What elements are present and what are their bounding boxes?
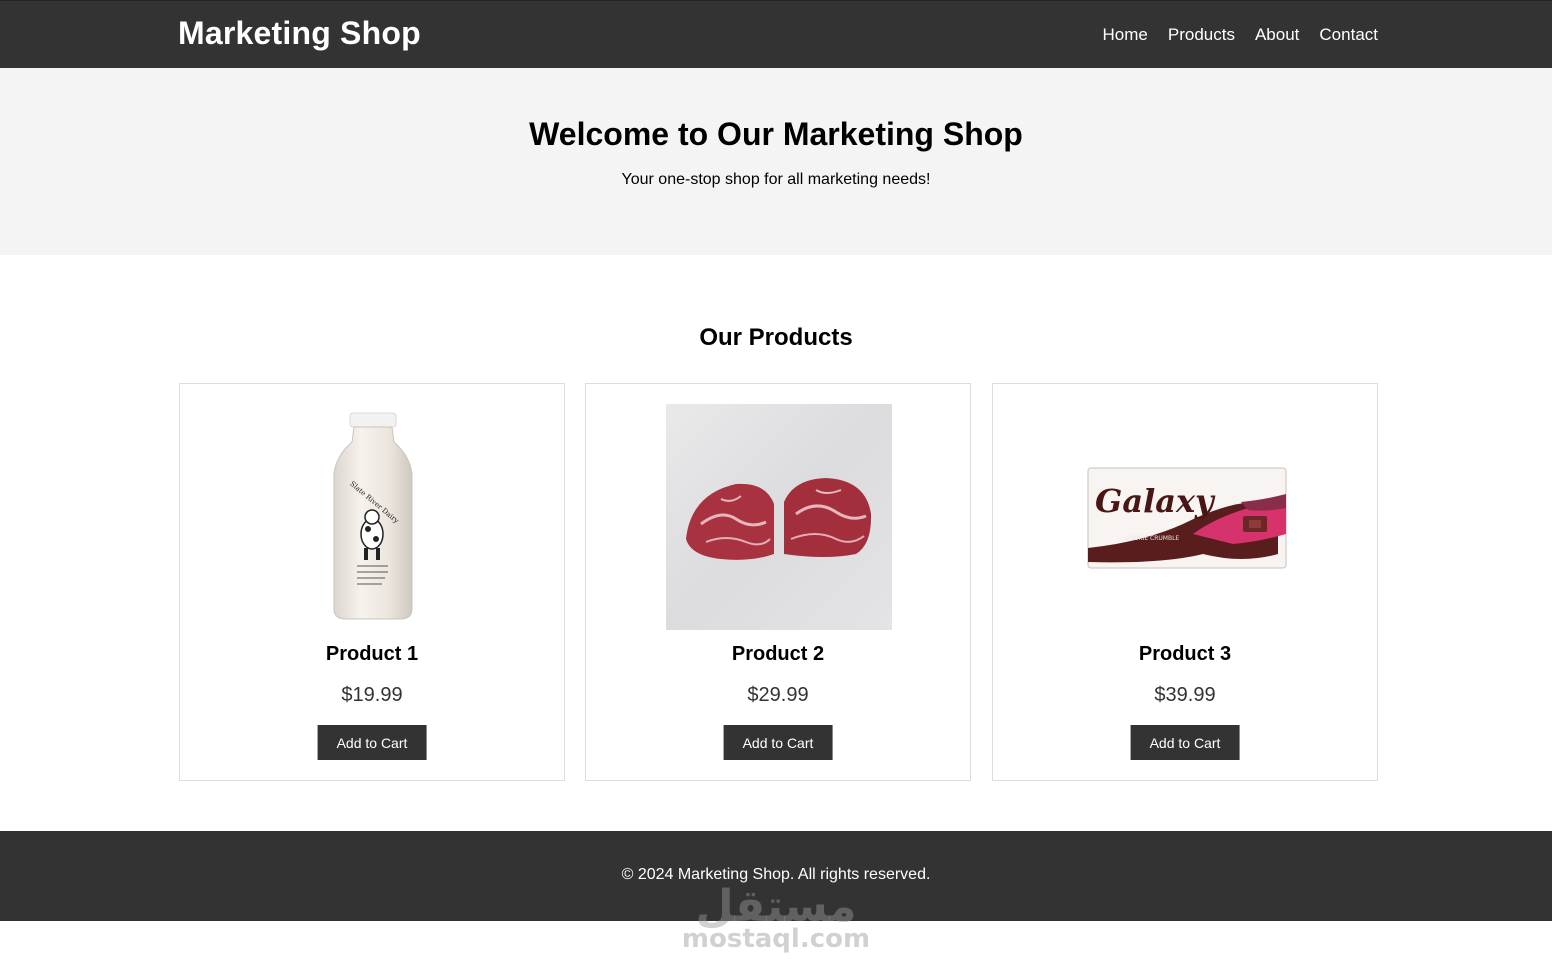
site-logo[interactable]: Marketing Shop — [178, 15, 421, 52]
product-card-3: Galaxy COOKIE CRUMBLE Product 3 $39.99 A… — [992, 383, 1378, 781]
hero-title: Welcome to Our Marketing Shop — [529, 116, 1023, 152]
nav-link-products[interactable]: Products — [1168, 25, 1235, 45]
product-card-1: Slate River Dairy Product 1 $19.99 Add t… — [179, 383, 565, 781]
nav-link-contact[interactable]: Contact — [1319, 25, 1378, 45]
chocolate-variant-text: COOKIE CRUMBLE — [1125, 535, 1179, 542]
add-to-cart-button[interactable]: Add to Cart — [1130, 725, 1240, 760]
site-footer: © 2024 Marketing Shop. All rights reserv… — [0, 831, 1552, 921]
milk-bottle-image: Slate River Dairy — [260, 404, 486, 630]
add-to-cart-button[interactable]: Add to Cart — [723, 725, 833, 760]
hero-subtitle: Your one-stop shop for all marketing nee… — [621, 171, 931, 188]
watermark-latin: mostaql.com — [682, 924, 870, 954]
galaxy-chocolate-image: Galaxy COOKIE CRUMBLE — [1073, 404, 1299, 630]
product-name: Product 1 — [325, 643, 419, 665]
product-name: Product 2 — [731, 643, 825, 665]
hero-section: Welcome to Our Marketing Shop Your one-s… — [0, 68, 1552, 255]
product-name: Product 3 — [1138, 643, 1232, 665]
chocolate-brand-text: Galaxy — [1095, 482, 1216, 520]
site-header: Marketing Shop Home Products About Conta… — [0, 0, 1552, 68]
main-nav: Home Products About Contact — [1103, 25, 1378, 45]
product-price: $19.99 — [341, 684, 403, 706]
beef-cuts-image — [666, 404, 892, 630]
footer-copyright: © 2024 Marketing Shop. All rights reserv… — [621, 866, 931, 883]
product-price: $39.99 — [1154, 684, 1216, 706]
nav-link-about[interactable]: About — [1255, 25, 1299, 45]
products-title: Our Products — [699, 324, 853, 351]
product-price: $29.99 — [747, 684, 809, 706]
product-card-2: Product 2 $29.99 Add to Cart — [585, 383, 971, 781]
add-to-cart-button[interactable]: Add to Cart — [317, 725, 427, 760]
nav-link-home[interactable]: Home — [1103, 25, 1148, 45]
